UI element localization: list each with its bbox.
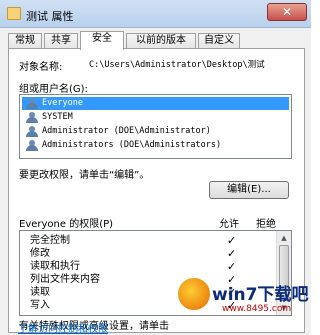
list-item-administrator[interactable]: Administrator (DOE\Administrator) <box>22 125 289 138</box>
permission-row: 修改 ✓ <box>20 247 276 260</box>
scroll-up-icon[interactable]: ▲ <box>278 232 290 244</box>
permission-name: 读取 <box>30 287 50 298</box>
groups-label: 组或用户名(G): <box>19 84 88 95</box>
object-name-value: C:\Users\Administrator\Desktop\测试 <box>89 60 265 70</box>
allow-check-icon: ✓ <box>227 247 237 260</box>
watermark-brand: win7下载吧 <box>212 285 309 305</box>
tab-sharing[interactable]: 共享 <box>44 33 78 49</box>
edit-button[interactable]: 编辑(E)... <box>209 181 289 199</box>
permission-name: 修改 <box>30 248 50 259</box>
list-item-label: SYSTEM <box>42 112 73 122</box>
list-item-everyone[interactable]: Everyone <box>22 97 289 110</box>
object-name-label: 对象名称: <box>19 62 63 73</box>
permission-row: 读取和执行 ✓ <box>20 260 276 273</box>
permissions-header: Everyone 的权限(P) 允许 拒绝 <box>19 215 294 230</box>
list-item-label: Administrator (DOE\Administrator) <box>42 126 211 136</box>
learn-access-control-link[interactable]: 了解访问控制和权限 <box>18 320 108 335</box>
tab-customize[interactable]: 自定义 <box>198 33 240 49</box>
users-icon <box>25 112 39 123</box>
tab-security[interactable]: 安全 <box>80 31 124 50</box>
folder-icon <box>7 7 21 20</box>
permission-name: 列出文件夹内容 <box>30 274 100 285</box>
permissions-title: Everyone 的权限(P) <box>19 219 114 230</box>
deny-header: 拒绝 <box>256 219 276 230</box>
window-title: 测试 属性 <box>26 10 74 23</box>
permission-name: 完全控制 <box>30 235 70 246</box>
allow-header: 允许 <box>219 219 239 230</box>
permission-row: 完全控制 ✓ <box>20 234 276 247</box>
users-icon <box>25 98 39 109</box>
user-icon <box>25 126 39 137</box>
allow-check-icon: ✓ <box>227 260 237 273</box>
list-item-system[interactable]: SYSTEM <box>22 111 289 124</box>
permission-name: 写入 <box>30 300 50 311</box>
tab-previous-versions[interactable]: 以前的版本 <box>126 33 196 49</box>
watermark-url: www.8495.com <box>222 304 292 314</box>
list-item-label: Everyone <box>42 98 83 108</box>
close-button[interactable]: ✕ <box>267 3 307 21</box>
list-item-label: Administrators (DOE\Administrators) <box>42 140 222 150</box>
groups-list[interactable]: Everyone SYSTEM Administrator (DOE\Admin… <box>19 94 292 159</box>
title-bar: 测试 属性 ✕ <box>0 0 311 28</box>
tab-general[interactable]: 常规 <box>8 33 42 49</box>
watermark: win7下载吧 www.8495.com <box>176 276 311 335</box>
allow-check-icon: ✓ <box>227 234 237 247</box>
change-permissions-text: 要更改权限，请单击“编辑”。 <box>19 170 150 181</box>
list-item-administrators[interactable]: Administrators (DOE\Administrators) <box>22 139 289 152</box>
permission-name: 读取和执行 <box>30 261 80 272</box>
win7-logo-icon <box>176 276 212 312</box>
users-icon <box>25 140 39 151</box>
